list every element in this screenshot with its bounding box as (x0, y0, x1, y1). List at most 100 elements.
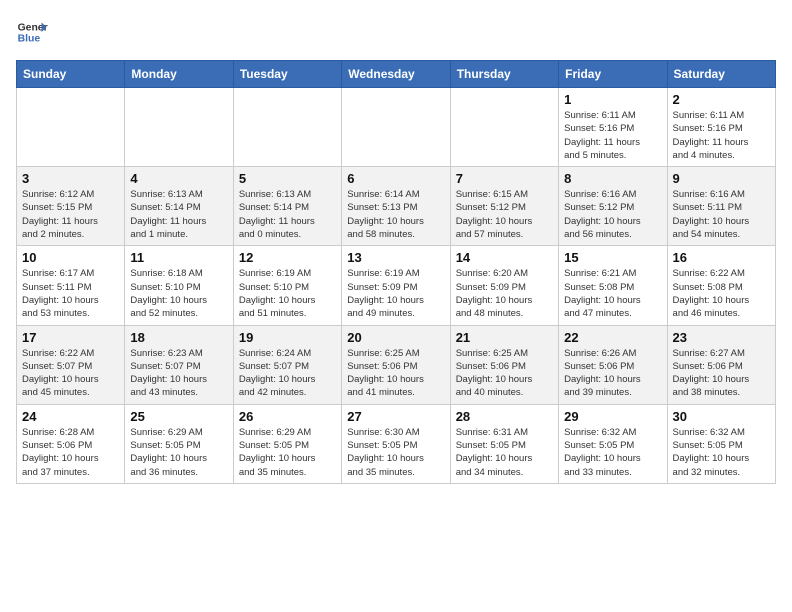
calendar-cell (17, 88, 125, 167)
day-info: Sunrise: 6:22 AM Sunset: 5:08 PM Dayligh… (673, 267, 770, 320)
calendar-cell: 5 Sunrise: 6:13 AM Sunset: 5:14 PM Daylig… (233, 167, 341, 246)
calendar-cell: 6Sunrise: 6:14 AM Sunset: 5:13 PM Daylig… (342, 167, 450, 246)
calendar-cell (342, 88, 450, 167)
day-info: Sunrise: 6:16 AM Sunset: 5:12 PM Dayligh… (564, 188, 661, 241)
calendar-cell: 3 Sunrise: 6:12 AM Sunset: 5:15 PM Daylig… (17, 167, 125, 246)
day-info: Sunrise: 6:29 AM Sunset: 5:05 PM Dayligh… (130, 426, 227, 479)
calendar-cell: 13 Sunrise: 6:19 AM Sunset: 5:09 PM Dayli… (342, 246, 450, 325)
page-header: General Blue (16, 16, 776, 48)
day-number: 12 (239, 250, 336, 265)
calendar-cell: 21 Sunrise: 6:25 AM Sunset: 5:06 PM Dayli… (450, 325, 558, 404)
weekday-header-monday: Monday (125, 61, 233, 88)
day-info: Sunrise: 6:32 AM Sunset: 5:05 PM Dayligh… (673, 426, 770, 479)
calendar-cell: 26 Sunrise: 6:29 AM Sunset: 5:05 PM Dayli… (233, 404, 341, 483)
calendar-cell (233, 88, 341, 167)
calendar-cell: 15 Sunrise: 6:21 AM Sunset: 5:08 PM Dayli… (559, 246, 667, 325)
day-number: 1 (564, 92, 661, 107)
day-number: 8 (564, 171, 661, 186)
calendar-week-row: 24 Sunrise: 6:28 AM Sunset: 5:06 PM Dayli… (17, 404, 776, 483)
day-info: Sunrise: 6:19 AM Sunset: 5:10 PM Dayligh… (239, 267, 336, 320)
day-info: Sunrise: 6:15 AM Sunset: 5:12 PM Dayligh… (456, 188, 553, 241)
calendar-table: SundayMondayTuesdayWednesdayThursdayFrid… (16, 60, 776, 484)
calendar-cell: 17Sunrise: 6:22 AM Sunset: 5:07 PM Dayli… (17, 325, 125, 404)
day-info: Sunrise: 6:25 AM Sunset: 5:06 PM Dayligh… (456, 347, 553, 400)
day-number: 5 (239, 171, 336, 186)
calendar-week-row: 10 Sunrise: 6:17 AM Sunset: 5:11 PM Dayli… (17, 246, 776, 325)
weekday-header-sunday: Sunday (17, 61, 125, 88)
day-info: Sunrise: 6:31 AM Sunset: 5:05 PM Dayligh… (456, 426, 553, 479)
day-info: Sunrise: 6:23 AM Sunset: 5:07 PM Dayligh… (130, 347, 227, 400)
calendar-cell: 4Sunrise: 6:13 AM Sunset: 5:14 PM Daylig… (125, 167, 233, 246)
day-info: Sunrise: 6:29 AM Sunset: 5:05 PM Dayligh… (239, 426, 336, 479)
calendar-cell: 24 Sunrise: 6:28 AM Sunset: 5:06 PM Dayli… (17, 404, 125, 483)
day-number: 4 (130, 171, 227, 186)
day-info: Sunrise: 6:25 AM Sunset: 5:06 PM Dayligh… (347, 347, 444, 400)
day-number: 6 (347, 171, 444, 186)
weekday-header-tuesday: Tuesday (233, 61, 341, 88)
calendar-week-row: 3 Sunrise: 6:12 AM Sunset: 5:15 PM Daylig… (17, 167, 776, 246)
day-info: Sunrise: 6:32 AM Sunset: 5:05 PM Dayligh… (564, 426, 661, 479)
day-number: 9 (673, 171, 770, 186)
calendar-week-row: 17Sunrise: 6:22 AM Sunset: 5:07 PM Dayli… (17, 325, 776, 404)
calendar-cell: 29 Sunrise: 6:32 AM Sunset: 5:05 PM Dayli… (559, 404, 667, 483)
day-info: Sunrise: 6:30 AM Sunset: 5:05 PM Dayligh… (347, 426, 444, 479)
day-number: 21 (456, 330, 553, 345)
day-number: 11 (130, 250, 227, 265)
day-number: 24 (22, 409, 119, 424)
calendar-week-row: 1 Sunrise: 6:11 AM Sunset: 5:16 PM Daylig… (17, 88, 776, 167)
day-info: Sunrise: 6:12 AM Sunset: 5:15 PM Dayligh… (22, 188, 119, 241)
calendar-cell: 18 Sunrise: 6:23 AM Sunset: 5:07 PM Dayli… (125, 325, 233, 404)
weekday-header-row: SundayMondayTuesdayWednesdayThursdayFrid… (17, 61, 776, 88)
calendar-cell: 19 Sunrise: 6:24 AM Sunset: 5:07 PM Dayli… (233, 325, 341, 404)
day-number: 26 (239, 409, 336, 424)
calendar-cell: 20Sunrise: 6:25 AM Sunset: 5:06 PM Dayli… (342, 325, 450, 404)
logo-icon: General Blue (16, 16, 48, 48)
day-info: Sunrise: 6:16 AM Sunset: 5:11 PM Dayligh… (673, 188, 770, 241)
day-info: Sunrise: 6:22 AM Sunset: 5:07 PM Dayligh… (22, 347, 119, 400)
day-info: Sunrise: 6:20 AM Sunset: 5:09 PM Dayligh… (456, 267, 553, 320)
day-info: Sunrise: 6:11 AM Sunset: 5:16 PM Dayligh… (564, 109, 661, 162)
day-number: 13 (347, 250, 444, 265)
day-number: 14 (456, 250, 553, 265)
calendar-cell (450, 88, 558, 167)
calendar-cell: 25 Sunrise: 6:29 AM Sunset: 5:05 PM Dayli… (125, 404, 233, 483)
day-number: 29 (564, 409, 661, 424)
day-info: Sunrise: 6:26 AM Sunset: 5:06 PM Dayligh… (564, 347, 661, 400)
calendar-cell: 1 Sunrise: 6:11 AM Sunset: 5:16 PM Daylig… (559, 88, 667, 167)
day-info: Sunrise: 6:17 AM Sunset: 5:11 PM Dayligh… (22, 267, 119, 320)
calendar-cell: 10 Sunrise: 6:17 AM Sunset: 5:11 PM Dayli… (17, 246, 125, 325)
day-number: 10 (22, 250, 119, 265)
day-number: 22 (564, 330, 661, 345)
weekday-header-wednesday: Wednesday (342, 61, 450, 88)
calendar-cell: 16 Sunrise: 6:22 AM Sunset: 5:08 PM Dayli… (667, 246, 775, 325)
calendar-cell: 14 Sunrise: 6:20 AM Sunset: 5:09 PM Dayli… (450, 246, 558, 325)
day-number: 25 (130, 409, 227, 424)
day-info: Sunrise: 6:27 AM Sunset: 5:06 PM Dayligh… (673, 347, 770, 400)
day-info: Sunrise: 6:19 AM Sunset: 5:09 PM Dayligh… (347, 267, 444, 320)
day-number: 15 (564, 250, 661, 265)
calendar-cell: 2 Sunrise: 6:11 AM Sunset: 5:16 PM Daylig… (667, 88, 775, 167)
calendar-cell: 9 Sunrise: 6:16 AM Sunset: 5:11 PM Daylig… (667, 167, 775, 246)
day-number: 3 (22, 171, 119, 186)
day-number: 19 (239, 330, 336, 345)
day-info: Sunrise: 6:28 AM Sunset: 5:06 PM Dayligh… (22, 426, 119, 479)
day-info: Sunrise: 6:11 AM Sunset: 5:16 PM Dayligh… (673, 109, 770, 162)
calendar-cell: 8 Sunrise: 6:16 AM Sunset: 5:12 PM Daylig… (559, 167, 667, 246)
day-info: Sunrise: 6:21 AM Sunset: 5:08 PM Dayligh… (564, 267, 661, 320)
calendar-cell: 11 Sunrise: 6:18 AM Sunset: 5:10 PM Dayli… (125, 246, 233, 325)
day-info: Sunrise: 6:18 AM Sunset: 5:10 PM Dayligh… (130, 267, 227, 320)
weekday-header-thursday: Thursday (450, 61, 558, 88)
day-number: 27 (347, 409, 444, 424)
day-number: 30 (673, 409, 770, 424)
day-info: Sunrise: 6:13 AM Sunset: 5:14 PM Dayligh… (239, 188, 336, 241)
calendar-cell: 22 Sunrise: 6:26 AM Sunset: 5:06 PM Dayli… (559, 325, 667, 404)
calendar-cell: 28Sunrise: 6:31 AM Sunset: 5:05 PM Dayli… (450, 404, 558, 483)
weekday-header-saturday: Saturday (667, 61, 775, 88)
calendar-cell: 27 Sunrise: 6:30 AM Sunset: 5:05 PM Dayli… (342, 404, 450, 483)
day-number: 16 (673, 250, 770, 265)
day-number: 18 (130, 330, 227, 345)
day-info: Sunrise: 6:24 AM Sunset: 5:07 PM Dayligh… (239, 347, 336, 400)
calendar-cell (125, 88, 233, 167)
logo: General Blue (16, 16, 48, 48)
day-number: 2 (673, 92, 770, 107)
